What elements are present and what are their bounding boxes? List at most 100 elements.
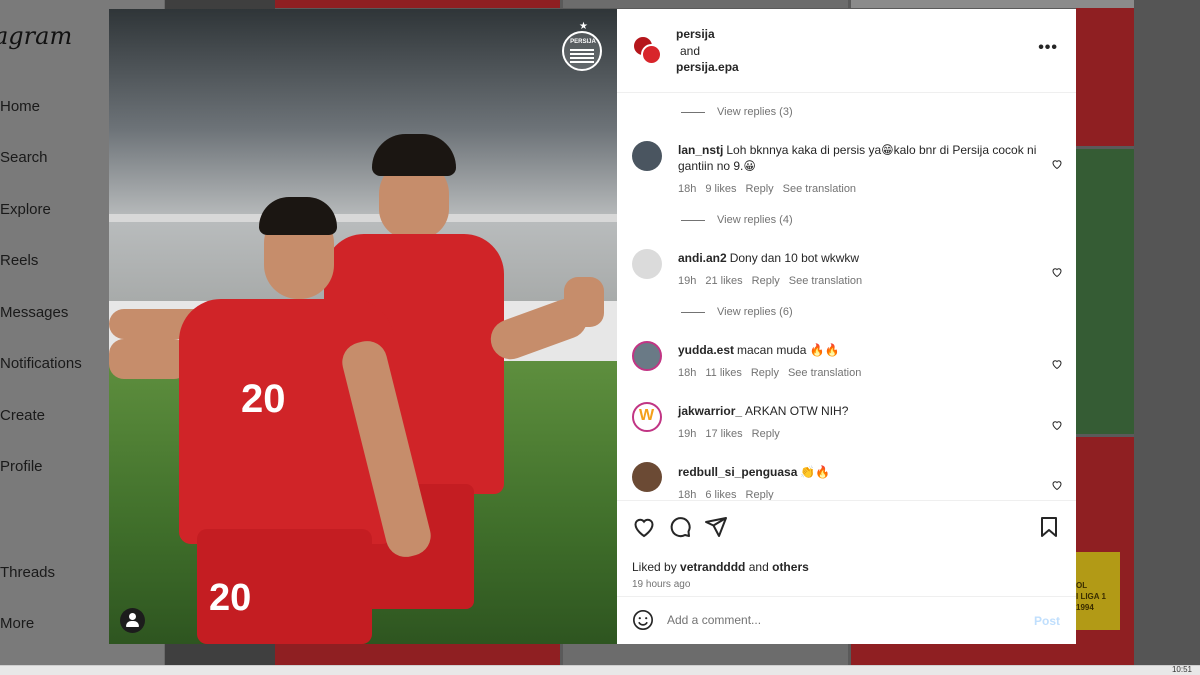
instagram-logo[interactable]: agram: [0, 22, 72, 50]
player-thumb-hand: [564, 277, 604, 327]
comment-meta: 19h 21 likes Reply See translation: [678, 275, 871, 287]
sidebar-item-threads[interactable]: Threads: [0, 564, 55, 581]
view-replies-button[interactable]: View replies (6): [681, 306, 793, 318]
comment-text: redbull_si_penguasa 👏🔥: [678, 464, 1038, 480]
coauthor-name[interactable]: persija.epa: [676, 60, 739, 74]
liked-by-others[interactable]: others: [772, 560, 809, 574]
author-joiner: and: [680, 44, 701, 58]
comment-body: macan muda 🔥🔥: [737, 343, 840, 357]
grid-tile: [563, 0, 848, 8]
author-name[interactable]: persija: [676, 27, 715, 41]
comments-list[interactable]: View replies (3) lan_nstj Loh bknnya kaka…: [617, 94, 1076, 500]
comment-meta: 19h 17 likes Reply: [678, 428, 789, 440]
sidebar-item-profile[interactable]: Profile: [0, 458, 43, 475]
comment-time[interactable]: 18h: [678, 489, 696, 500]
tagged-users-icon[interactable]: [120, 608, 145, 633]
liked-by: Liked by vetrandddd and others: [632, 560, 809, 574]
grid-tile: [851, 0, 1134, 8]
avatar[interactable]: W: [632, 402, 662, 432]
grid-tile[interactable]: [1076, 149, 1134, 434]
coauthor-avatar[interactable]: [641, 44, 662, 65]
reply-button[interactable]: Reply: [752, 275, 780, 287]
sidebar-item-more[interactable]: More: [0, 615, 34, 632]
player-arm: [109, 339, 189, 379]
reply-button[interactable]: Reply: [752, 428, 780, 440]
grid-tile: [275, 0, 560, 8]
avatar[interactable]: [632, 341, 662, 371]
comment-likes[interactable]: 6 likes: [705, 489, 736, 500]
avatar[interactable]: [632, 249, 662, 279]
avatar[interactable]: [632, 462, 662, 492]
see-translation-button[interactable]: See translation: [788, 367, 861, 379]
post-comment-button[interactable]: Post: [1034, 614, 1060, 628]
avatar[interactable]: [632, 141, 662, 171]
reply-button[interactable]: Reply: [746, 489, 774, 500]
comment-time[interactable]: 19h: [678, 428, 696, 440]
grid-tile[interactable]: [851, 644, 1134, 665]
post-timestamp[interactable]: 19 hours ago: [632, 579, 690, 590]
liked-by-joiner: and: [748, 560, 769, 574]
comment-meta: 18h 11 likes Reply See translation: [678, 367, 870, 379]
add-comment-bar: Post: [617, 596, 1076, 644]
post-header: persija and persija.epa •••: [617, 9, 1076, 93]
share-send-icon[interactable]: [704, 515, 728, 539]
grid-tile[interactable]: [563, 644, 848, 665]
grid-tile[interactable]: [1076, 8, 1134, 146]
liked-by-user[interactable]: vetrandddd: [680, 560, 745, 574]
comment-input[interactable]: [667, 609, 1007, 631]
jakwarrior-logo-icon: W: [639, 407, 655, 424]
comment-meta: 18h 9 likes Reply See translation: [678, 183, 865, 195]
sidebar-item-reels[interactable]: Reels: [0, 252, 38, 269]
comment-time[interactable]: 18h: [678, 367, 696, 379]
comment-time[interactable]: 19h: [678, 275, 696, 287]
like-comment-icon[interactable]: [1051, 266, 1063, 278]
promo-card-line: I LIGA 1: [1076, 592, 1106, 601]
like-comment-icon[interactable]: [1051, 158, 1063, 170]
player-shorts: 20: [197, 529, 372, 644]
view-replies-button[interactable]: View replies (3): [681, 106, 793, 118]
sidebar-item-notifications[interactable]: Notifications: [0, 355, 82, 372]
comment-text: jakwarrior_ ARKAN OTW NIH?: [678, 403, 1038, 419]
save-bookmark-icon[interactable]: [1037, 515, 1061, 539]
comment-likes[interactable]: 11 likes: [705, 367, 741, 379]
comment-body: 👏🔥: [800, 465, 831, 479]
promo-card-line: 1994: [1076, 603, 1094, 612]
sidebar-item-home[interactable]: Home: [0, 98, 40, 115]
comment-likes[interactable]: 21 likes: [705, 275, 742, 287]
comment-username[interactable]: jakwarrior_: [678, 404, 742, 418]
sidebar-item-search[interactable]: Search: [0, 149, 48, 166]
comment-username[interactable]: redbull_si_penguasa: [678, 465, 797, 479]
liked-by-prefix: Liked by: [632, 560, 677, 574]
promo-card-line: OL: [1076, 581, 1088, 590]
grid-tile[interactable]: [275, 644, 560, 665]
comment-likes[interactable]: 9 likes: [705, 183, 736, 195]
like-comment-icon[interactable]: [1051, 479, 1063, 491]
comment-username[interactable]: yudda.est: [678, 343, 734, 357]
reply-button[interactable]: Reply: [751, 367, 779, 379]
more-options-icon[interactable]: •••: [1038, 39, 1058, 57]
see-translation-button[interactable]: See translation: [783, 183, 856, 195]
stadium-rail: [109, 214, 617, 222]
post-photo[interactable]: 20 20 ★ PERSIJA: [109, 9, 617, 644]
like-comment-icon[interactable]: [1051, 419, 1063, 431]
persija-badge-icon: ★ PERSIJA: [562, 21, 602, 71]
comment-bubble-icon[interactable]: [668, 515, 692, 539]
clock: 10:51: [1171, 665, 1192, 674]
reply-button[interactable]: Reply: [746, 183, 774, 195]
comment-time[interactable]: 18h: [678, 183, 696, 195]
sidebar-item-explore[interactable]: Explore: [0, 201, 51, 218]
like-heart-icon[interactable]: [632, 515, 656, 539]
background-margin: [1134, 0, 1200, 665]
comment-username[interactable]: andi.an2: [678, 251, 727, 265]
like-comment-icon[interactable]: [1051, 358, 1063, 370]
sidebar-item-create[interactable]: Create: [0, 407, 45, 424]
see-translation-button[interactable]: See translation: [789, 275, 862, 287]
comment-username[interactable]: lan_nstj: [678, 143, 723, 157]
sidebar-item-messages[interactable]: Messages: [0, 304, 68, 321]
player-hair: [259, 197, 337, 235]
comment-text: yudda.est macan muda 🔥🔥: [678, 342, 1038, 358]
grid-tile[interactable]: [1076, 437, 1134, 665]
comment-likes[interactable]: 17 likes: [705, 428, 742, 440]
view-replies-button[interactable]: View replies (4): [681, 214, 793, 226]
emoji-icon[interactable]: [632, 609, 654, 631]
